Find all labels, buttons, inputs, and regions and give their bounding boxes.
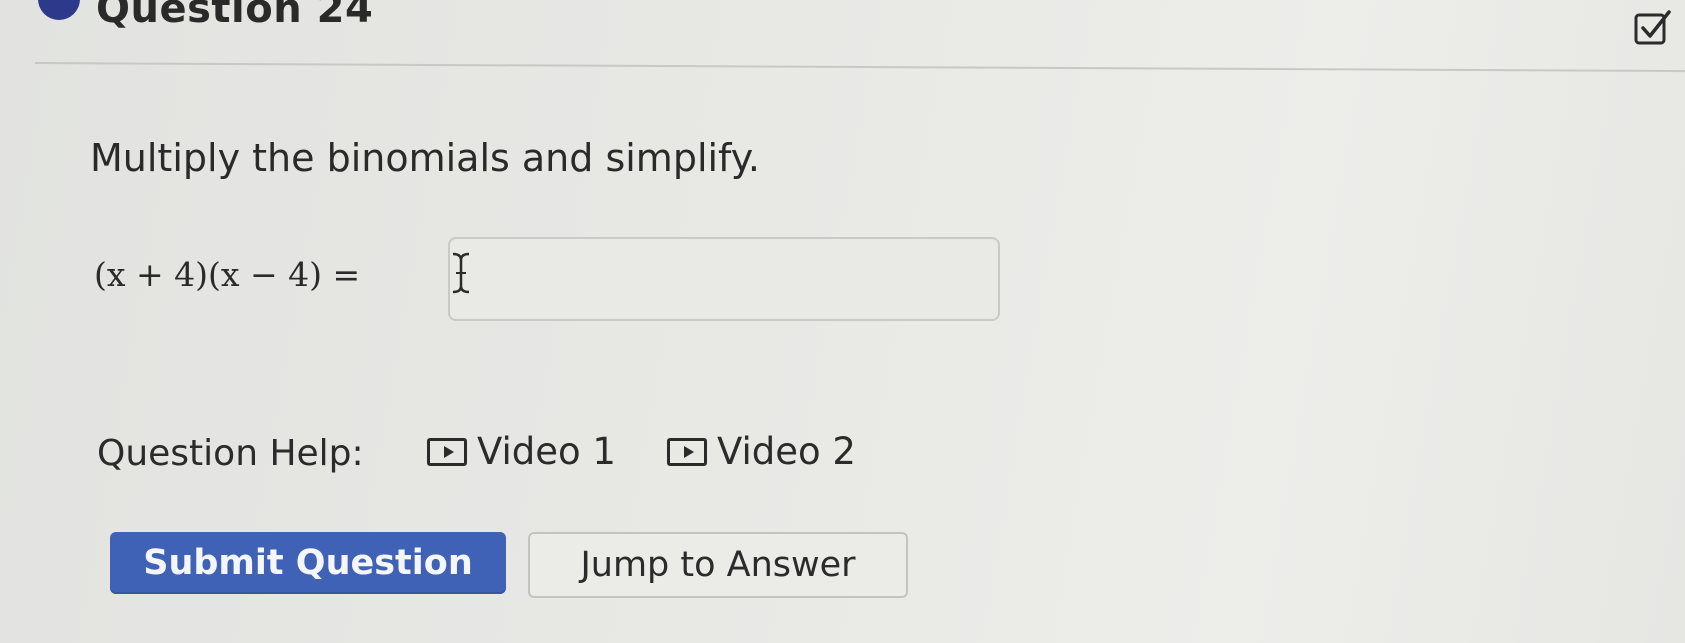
question-title: Question 24: [96, 0, 374, 32]
checkbox-icon[interactable]: [1633, 8, 1673, 48]
video-2-label: Video 2: [717, 430, 856, 473]
question-help-label: Question Help:: [97, 433, 364, 474]
text-cursor-icon: [452, 252, 470, 294]
math-expression: (x + 4)(x − 4) =: [94, 255, 361, 294]
jump-to-answer-button[interactable]: Jump to Answer: [528, 532, 908, 598]
play-icon: [427, 437, 467, 466]
header-divider: [34, 62, 1685, 73]
question-prompt: Multiply the binomials and simplify.: [90, 136, 760, 180]
submit-question-button[interactable]: Submit Question: [110, 532, 506, 594]
answer-input[interactable]: [448, 237, 1000, 321]
question-status-dot: [38, 0, 80, 20]
play-icon: [667, 437, 707, 466]
video-1-link[interactable]: Video 1: [427, 430, 616, 473]
video-2-link[interactable]: Video 2: [667, 430, 856, 473]
video-1-label: Video 1: [477, 430, 616, 473]
